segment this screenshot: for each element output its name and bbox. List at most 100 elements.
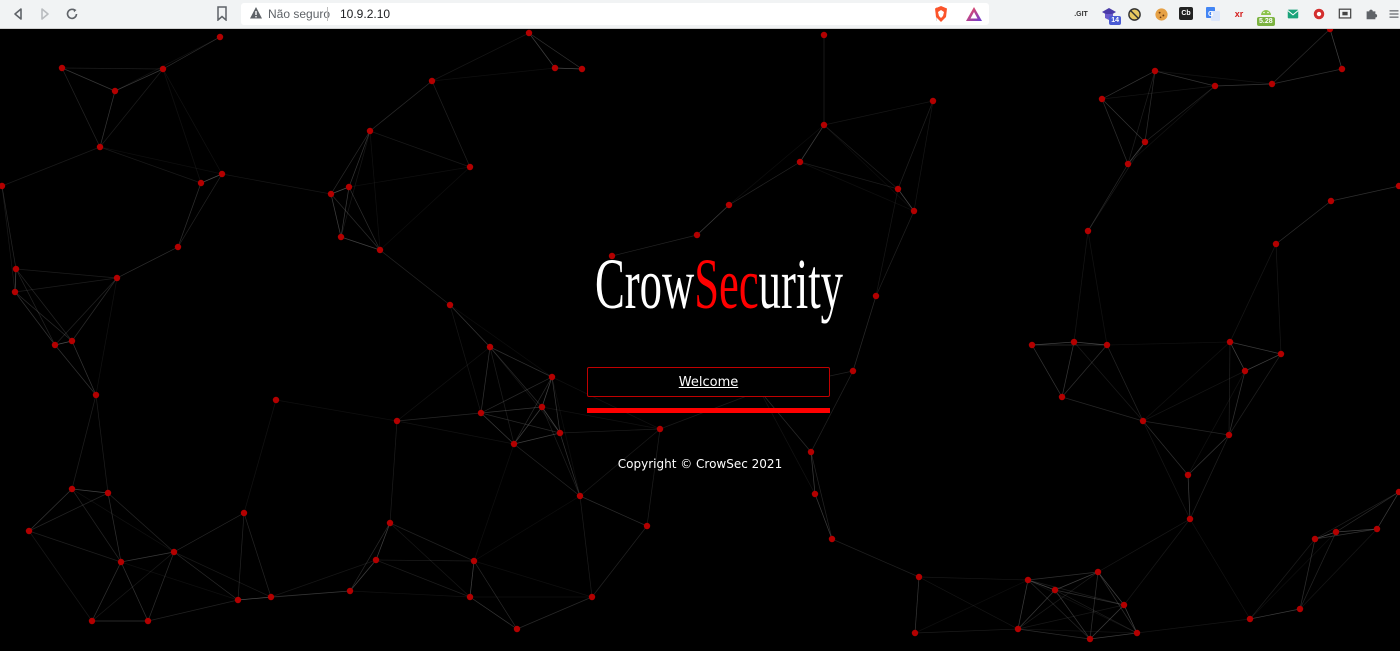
- network-link: [14, 291, 56, 346]
- puzzle-icon[interactable]: [1363, 6, 1379, 22]
- network-link: [1106, 344, 1144, 422]
- back-icon[interactable]: [8, 4, 28, 24]
- brave-shield-icon[interactable]: [933, 5, 949, 23]
- network-link: [270, 590, 351, 598]
- network-link: [396, 412, 482, 422]
- network-link: [918, 576, 1019, 630]
- record-icon[interactable]: [1311, 6, 1327, 22]
- network-link: [1154, 70, 1273, 85]
- android-icon[interactable]: 5.28: [1257, 6, 1275, 26]
- brave-rewards-icon[interactable]: [965, 6, 983, 22]
- ublock-badge: 14: [1109, 16, 1121, 25]
- network-link: [1127, 85, 1216, 165]
- network-node: [548, 373, 556, 381]
- network-node: [68, 485, 76, 493]
- network-node: [159, 65, 167, 73]
- network-link: [1089, 604, 1125, 640]
- address-bar[interactable]: Não seguro 10.9.2.10: [241, 3, 989, 25]
- network-link: [369, 80, 433, 132]
- warning-icon[interactable]: [249, 6, 263, 20]
- cb-extension-icon[interactable]: Cb: [1179, 7, 1193, 20]
- network-link: [914, 628, 1019, 634]
- network-link: [99, 146, 223, 175]
- network-link: [54, 344, 97, 396]
- network-node: [345, 183, 353, 191]
- network-node: [466, 163, 474, 171]
- network-link: [1097, 518, 1191, 573]
- network-link: [116, 246, 179, 279]
- network-link: [95, 277, 118, 396]
- network-link: [1187, 474, 1191, 520]
- xr-extension-icon[interactable]: xr: [1231, 6, 1247, 22]
- network-node: [1241, 367, 1249, 375]
- network-link: [1299, 538, 1316, 610]
- network-node: [1028, 341, 1036, 349]
- cookie-icon[interactable]: [1153, 6, 1169, 22]
- network-link: [591, 525, 648, 598]
- network-node: [1024, 576, 1032, 584]
- screen-icon[interactable]: [1337, 6, 1353, 22]
- network-node: [12, 265, 20, 273]
- url-text[interactable]: 10.9.2.10: [340, 6, 390, 22]
- network-link: [120, 551, 175, 563]
- git-extension-icon[interactable]: .GIT: [1073, 6, 1089, 22]
- forward-icon[interactable]: [35, 4, 55, 24]
- network-link: [1189, 434, 1230, 520]
- network-node: [25, 527, 33, 535]
- network-node: [272, 396, 280, 404]
- welcome-button[interactable]: Welcome: [587, 367, 830, 397]
- network-link: [541, 406, 581, 497]
- network-node: [1103, 341, 1111, 349]
- network-node: [811, 490, 819, 498]
- network-link: [1, 185, 16, 293]
- network-link: [913, 100, 934, 212]
- network-link: [147, 599, 239, 622]
- network-node: [170, 548, 178, 556]
- network-link: [330, 193, 342, 238]
- network-link: [61, 67, 101, 148]
- bookmark-icon[interactable]: [216, 6, 228, 21]
- network-link: [389, 522, 475, 562]
- network-link: [1089, 571, 1099, 640]
- translate-icon[interactable]: G: [1205, 6, 1221, 22]
- network-link: [646, 428, 661, 527]
- blocked-icon[interactable]: [1126, 6, 1142, 22]
- network-link: [14, 277, 118, 293]
- network-node: [446, 301, 454, 309]
- network-link: [469, 596, 518, 630]
- network-link: [1271, 68, 1343, 85]
- network-link: [349, 590, 471, 598]
- network-link: [528, 32, 583, 70]
- network-link: [14, 268, 17, 293]
- logo-text-crow: Crow: [595, 244, 695, 324]
- ublock-icon[interactable]: 14: [1101, 6, 1121, 25]
- network-node: [872, 292, 880, 300]
- network-node: [538, 403, 546, 411]
- network-link: [99, 68, 164, 148]
- network-link: [431, 32, 530, 82]
- menu-icon[interactable]: [1386, 6, 1400, 22]
- network-link: [1027, 579, 1138, 634]
- mail-icon[interactable]: [1285, 6, 1301, 22]
- cb-extension-label: Cb: [1181, 10, 1191, 17]
- network-link: [1061, 344, 1108, 398]
- network-node: [1277, 350, 1285, 358]
- network-link: [200, 173, 223, 184]
- network-link: [1127, 141, 1146, 165]
- network-node: [216, 33, 224, 41]
- network-link: [1073, 341, 1144, 422]
- network-node: [1311, 535, 1319, 543]
- reload-icon[interactable]: [62, 4, 82, 24]
- network-link: [1249, 531, 1337, 620]
- network-node: [92, 391, 100, 399]
- network-link: [1106, 341, 1231, 346]
- network-link: [1214, 83, 1273, 87]
- network-node: [1225, 431, 1233, 439]
- network-node: [1058, 393, 1066, 401]
- network-link: [1330, 185, 1400, 202]
- network-link: [1031, 341, 1075, 346]
- network-link: [71, 488, 175, 553]
- network-link: [1, 146, 101, 187]
- network-link: [173, 551, 239, 601]
- logo-text-sec: Sec: [694, 244, 759, 324]
